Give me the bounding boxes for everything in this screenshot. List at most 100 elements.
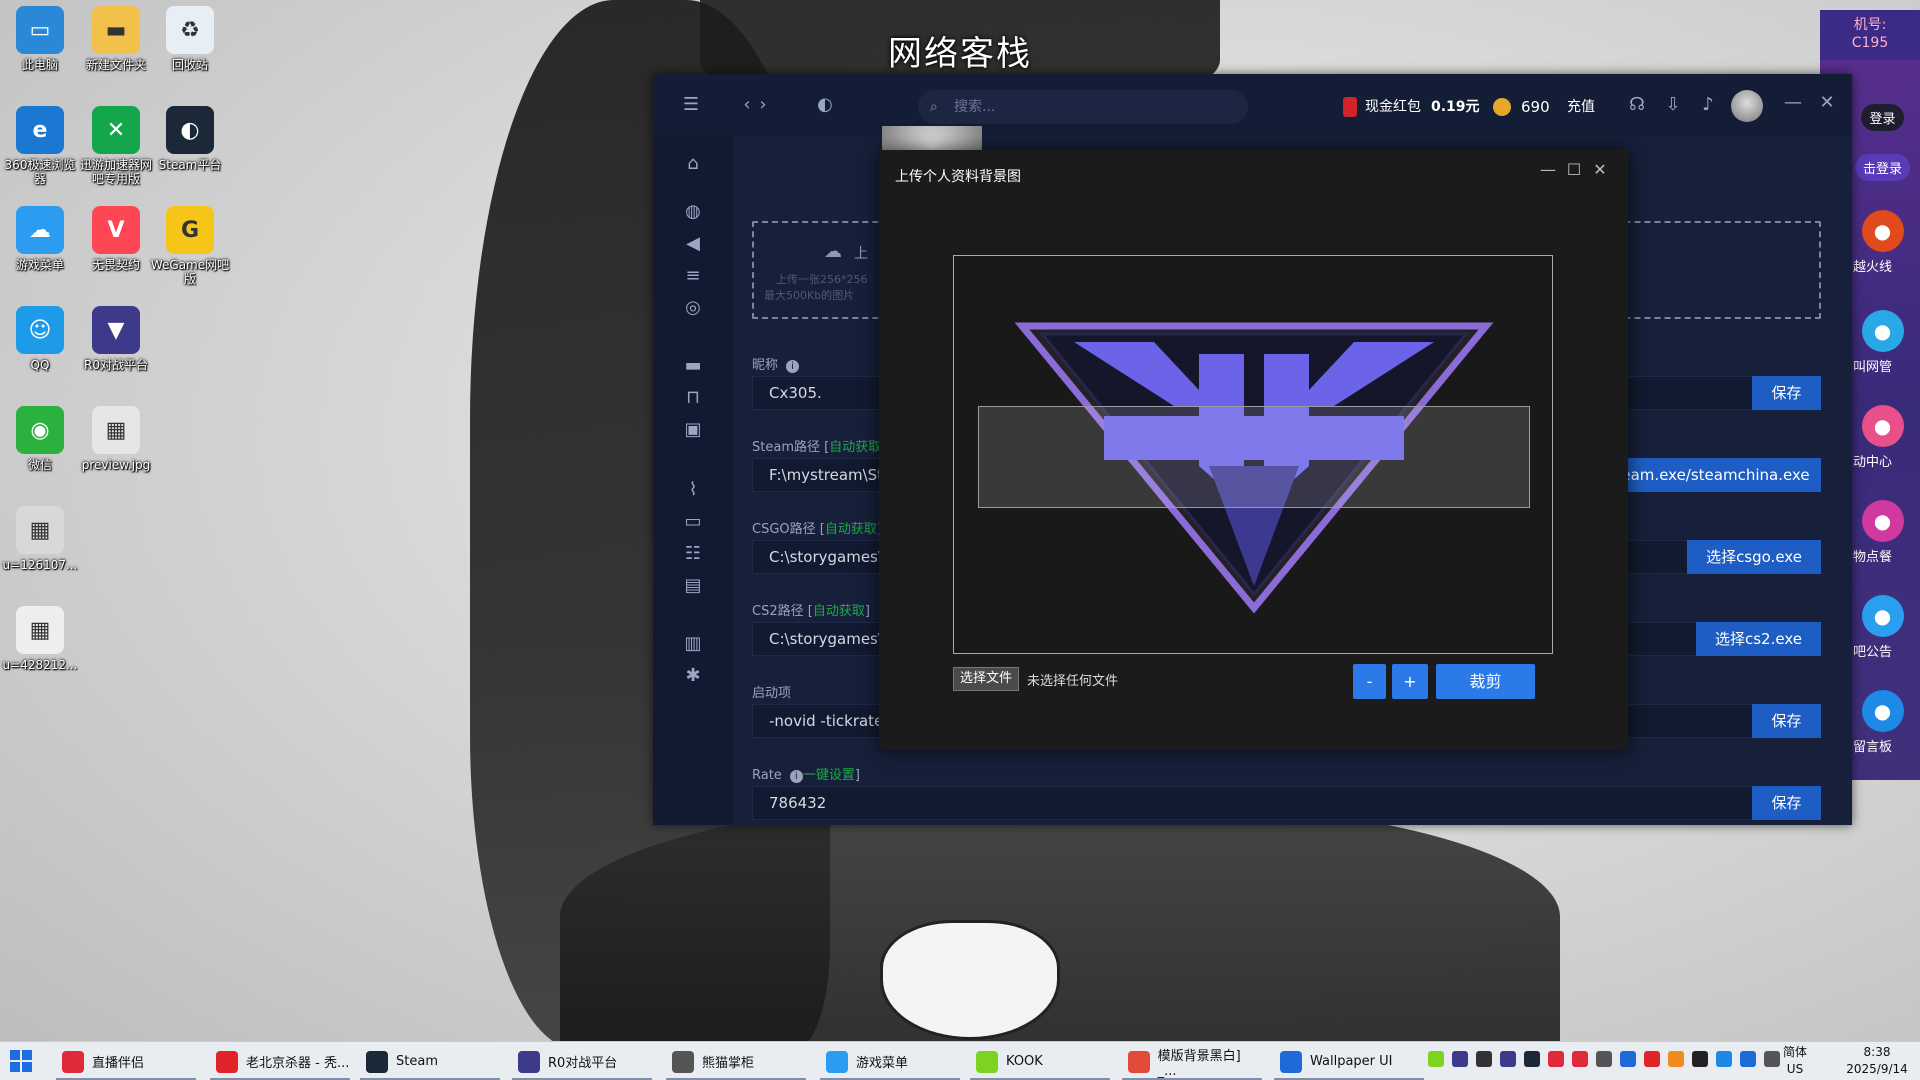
tray-icon[interactable] [1716, 1051, 1732, 1067]
bell-icon[interactable]: ♪ [1694, 91, 1722, 119]
choose-file-button[interactable]: 选择文件 [953, 667, 1019, 691]
close-icon[interactable]: ✕ [1813, 89, 1841, 117]
desktop-icon[interactable]: ✕ 迅游加速器网吧专用版 [76, 106, 156, 186]
taskbar-app[interactable]: 模版背景黑白] _... [1122, 1042, 1262, 1080]
desktop-icon[interactable]: e 360极速浏览器 [0, 106, 80, 186]
lock-icon[interactable]: ▤ [679, 572, 707, 600]
side-panel-item[interactable]: ● 叫网管 [1845, 310, 1920, 375]
side-panel-item[interactable]: ● 动中心 [1845, 405, 1920, 470]
input-method[interactable]: 简体 US [1780, 1044, 1810, 1078]
cash-redpack[interactable]: 现金红包 0.19元 [1343, 94, 1480, 120]
desktop-icon[interactable]: ▼ R0对战平台 [76, 306, 156, 372]
side-panel-item[interactable]: ● 留言板 [1845, 690, 1920, 755]
side-panel-item[interactable]: ● 越火线 [1845, 210, 1920, 275]
chart-icon[interactable]: ⌇ [679, 476, 707, 504]
tray-icon[interactable] [1500, 1051, 1516, 1067]
gear-icon[interactable]: ✱ [679, 662, 707, 690]
steam-icon[interactable]: ◐ [811, 91, 839, 119]
megaphone-icon[interactable]: ◀ [679, 230, 707, 258]
search-placeholder: 搜索... [954, 99, 996, 115]
tray-icon[interactable] [1740, 1051, 1756, 1067]
tray-icon[interactable] [1476, 1051, 1492, 1067]
field-action-button[interactable]: 保存 [1752, 704, 1821, 738]
home-icon[interactable]: ⌂ [679, 150, 707, 178]
field-input[interactable]: 786432 [752, 786, 1821, 820]
desktop-icon[interactable]: ▬ 新建文件夹 [76, 6, 156, 72]
avatar[interactable] [1731, 90, 1763, 122]
desktop-icon[interactable]: G WeGame网吧版 [150, 206, 230, 286]
taskbar-app[interactable]: R0对战平台 [512, 1042, 652, 1080]
desktop-icon[interactable]: ▭ 此电脑 [0, 6, 80, 72]
taskbar-app[interactable]: Wallpaper UI [1274, 1042, 1424, 1080]
taskbar-app[interactable]: Steam [360, 1042, 500, 1080]
menu-icon[interactable]: ☰ [677, 91, 705, 119]
dialog-maximize-icon[interactable]: ☐ [1563, 160, 1585, 179]
cart-icon[interactable]: ⊓ [679, 384, 707, 412]
side-panel-item[interactable]: ● 物点餐 [1845, 500, 1920, 565]
tray-icon[interactable] [1452, 1051, 1468, 1067]
dialog-close-icon[interactable]: ✕ [1589, 160, 1611, 179]
field-action-button[interactable]: 保存 [1752, 786, 1821, 820]
desktop-icon[interactable]: V 无畏契约 [76, 206, 156, 272]
forward-icon[interactable]: › [749, 91, 777, 119]
side-panel-item[interactable]: 登录 [1845, 100, 1920, 131]
gift-icon[interactable]: ▣ [679, 416, 707, 444]
tray-icon[interactable] [1692, 1051, 1708, 1067]
zoom-out-button[interactable]: - [1353, 664, 1386, 699]
gamepad-icon[interactable]: ◍ [679, 198, 707, 226]
desktop-icon[interactable]: ☁ 游戏菜单 [0, 206, 80, 272]
info-icon[interactable]: i [786, 360, 800, 373]
field-action-button[interactable]: 选择csgo.exe [1687, 540, 1821, 574]
tray-icon[interactable] [1668, 1051, 1684, 1067]
dialog-minimize-icon[interactable]: — [1537, 160, 1559, 179]
tray-icon[interactable] [1596, 1051, 1612, 1067]
windows-start-icon[interactable] [10, 1050, 32, 1072]
crop-button[interactable]: 裁剪 [1436, 664, 1535, 699]
tray-icon[interactable] [1572, 1051, 1588, 1067]
desktop-icon[interactable]: ☺ QQ [0, 306, 80, 372]
download-icon[interactable]: ⇩ [1659, 91, 1687, 119]
crop-canvas[interactable] [953, 255, 1553, 654]
users-icon[interactable]: ☷ [679, 540, 707, 568]
target-icon[interactable]: ◎ [679, 294, 707, 322]
list-icon[interactable]: ≡ [679, 262, 707, 290]
side-panel-item[interactable]: 击登录 [1845, 150, 1920, 181]
taskbar-app[interactable]: KOOK [970, 1042, 1110, 1080]
minimize-icon[interactable]: — [1779, 89, 1807, 117]
field-autoset-link[interactable]: 自动获取 [829, 440, 881, 455]
side-panel-item[interactable]: ● 吧公告 [1845, 595, 1920, 660]
zoom-in-button[interactable]: + [1392, 664, 1428, 699]
field-action-button[interactable]: eam.exe/steamchina.exe [1610, 458, 1821, 492]
field-autoset-link[interactable]: 自动获取 [813, 604, 865, 619]
taskbar-app[interactable]: 游戏菜单 [820, 1042, 960, 1080]
id-card-icon[interactable]: ▥ [679, 630, 707, 658]
headset-icon[interactable]: ☊ [1623, 91, 1651, 119]
recharge-button[interactable]: 充值 [1567, 94, 1595, 120]
clock[interactable]: 8:38 2025/9/14 [1838, 1044, 1916, 1078]
desktop-icon[interactable]: ◐ Steam平台 [150, 106, 230, 172]
field-action-button[interactable]: 选择cs2.exe [1696, 622, 1821, 656]
taskbar-app[interactable]: 熊猫掌柜 [666, 1042, 806, 1080]
info-icon[interactable]: i [789, 770, 803, 783]
field-autoset-link[interactable]: 自动获取 [825, 522, 877, 537]
desktop-icon[interactable]: ▦ preview.jpg [76, 406, 156, 472]
desktop-icon[interactable]: ▦ u=428212... [0, 606, 80, 672]
tray-icon[interactable] [1620, 1051, 1636, 1067]
tray-icon[interactable] [1644, 1051, 1660, 1067]
taskbar-app[interactable]: 老北京杀器 - 秃... [210, 1042, 350, 1080]
desktop-icon[interactable]: ◉ 微信 [0, 406, 80, 472]
crop-selection[interactable] [978, 406, 1530, 508]
desktop-icon[interactable]: ♻ 回收站 [150, 6, 230, 72]
paint-roller-icon[interactable]: ▬ [679, 352, 707, 380]
tray-icon[interactable] [1428, 1051, 1444, 1067]
tray-icon[interactable] [1764, 1051, 1780, 1067]
recycle-bin-icon: ♻ [166, 6, 214, 54]
taskbar-app[interactable]: 直播伴侣 [56, 1042, 196, 1080]
field-autoset-link[interactable]: 一键设置 [803, 768, 855, 783]
monitor-icon[interactable]: ▭ [679, 508, 707, 536]
search-input[interactable]: ⌕ 搜索... [918, 90, 1248, 124]
field-action-button[interactable]: 保存 [1752, 376, 1821, 410]
tray-icon[interactable] [1524, 1051, 1540, 1067]
tray-icon[interactable] [1548, 1051, 1564, 1067]
desktop-icon[interactable]: ▦ u=126107... [0, 506, 80, 572]
